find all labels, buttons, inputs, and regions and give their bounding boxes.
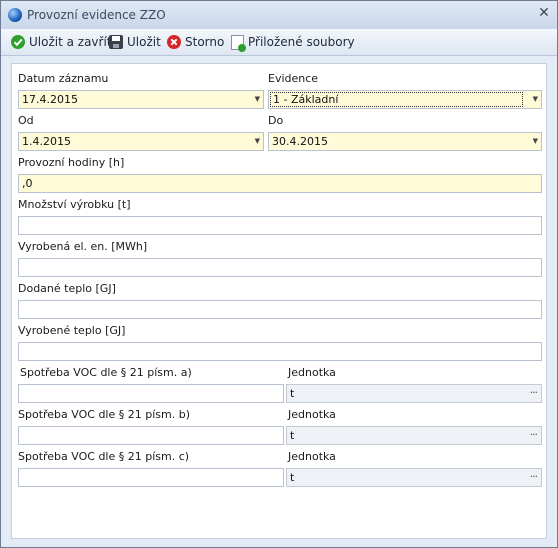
jednotka-a-value: t [290,387,295,400]
jednotka-c-label: Jednotka [288,450,336,463]
chevron-down-icon[interactable]: ▼ [533,133,538,150]
chevron-down-icon[interactable]: ▼ [533,91,538,108]
save-button[interactable]: Uložit [109,33,161,51]
od-date-field[interactable]: 1.4.2015 ▼ [18,132,264,151]
voc-b-input[interactable] [18,426,284,445]
evidence-value: 1 - Základní [270,92,523,107]
attachments-button[interactable]: Přiložené soubory [231,33,355,52]
od-label: Od [18,114,34,127]
jednotka-b-value: t [290,429,295,442]
ellipsis-button[interactable]: ··· [530,427,538,442]
teplo-vyrobene-input[interactable] [18,342,542,361]
jednotka-b-field[interactable]: t ··· [286,426,542,445]
floppy-disk-icon [109,35,123,49]
toolbar: Uložit a zavřít Uložit Storno Přiložené … [1,29,557,56]
cancel-button[interactable]: Storno [167,33,224,51]
jednotka-c-field[interactable]: t ··· [286,468,542,487]
teplo-dodane-label: Dodané teplo [GJ] [18,282,116,295]
dialog-window: Provozní evidence ZZO ✕ Uložit a zavřít … [0,0,558,548]
el-label: Vyrobená el. en. [MWh] [18,240,148,253]
od-value: 1.4.2015 [22,135,71,148]
save-label: Uložit [127,35,161,49]
do-date-field[interactable]: 30.4.2015 ▼ [268,132,542,151]
vyrobek-label: Množství výrobku [t] [18,198,131,211]
checkmark-icon [11,35,25,49]
voc-c-label: Spotřeba VOC dle § 21 písm. c) [18,450,190,463]
voc-a-input[interactable] [18,384,284,403]
jednotka-b-label: Jednotka [288,408,336,421]
jednotka-a-field[interactable]: t ··· [286,384,542,403]
cancel-icon [167,35,181,49]
save-and-close-button[interactable]: Uložit a zavřít [11,33,112,51]
datum-label: Datum záznamu [18,72,109,85]
vyrobek-input[interactable] [18,216,542,235]
voc-b-label: Spotřeba VOC dle § 21 písm. b) [18,408,190,421]
ellipsis-button[interactable]: ··· [530,469,538,484]
chevron-down-icon[interactable]: ▼ [255,91,260,108]
cancel-label: Storno [185,35,225,49]
form-panel: Datum záznamu 17.4.2015 ▼ Evidence 1 - Z… [11,63,547,539]
evidence-select[interactable]: 1 - Základní ▼ [268,90,542,109]
evidence-label: Evidence [268,72,319,85]
window-title: Provozní evidence ZZO [27,8,166,22]
teplo-vyrobene-label: Vyrobené teplo [GJ] [18,324,126,337]
voc-a-label: Spotřeba VOC dle § 21 písm. a) [20,366,192,379]
jednotka-c-value: t [290,471,295,484]
teplo-dodane-input[interactable] [18,300,542,319]
datum-value: 17.4.2015 [22,93,78,106]
voc-c-input[interactable] [18,468,284,487]
do-value: 30.4.2015 [272,135,328,148]
ellipsis-button[interactable]: ··· [530,385,538,400]
hodiny-input[interactable]: ,0 [18,174,542,193]
el-input[interactable] [18,258,542,277]
chevron-down-icon[interactable]: ▼ [255,133,260,150]
hodiny-label: Provozní hodiny [h] [18,156,125,169]
close-icon[interactable]: ✕ [536,5,552,21]
save-and-close-label: Uložit a zavřít [29,35,112,49]
datum-date-field[interactable]: 17.4.2015 ▼ [18,90,264,109]
app-globe-icon [8,8,22,22]
jednotka-a-label: Jednotka [288,366,336,379]
attachment-add-icon [231,34,246,52]
attachments-label: Přiložené soubory [248,35,355,49]
title-bar[interactable]: Provozní evidence ZZO ✕ [1,1,557,29]
do-label: Do [268,114,284,127]
